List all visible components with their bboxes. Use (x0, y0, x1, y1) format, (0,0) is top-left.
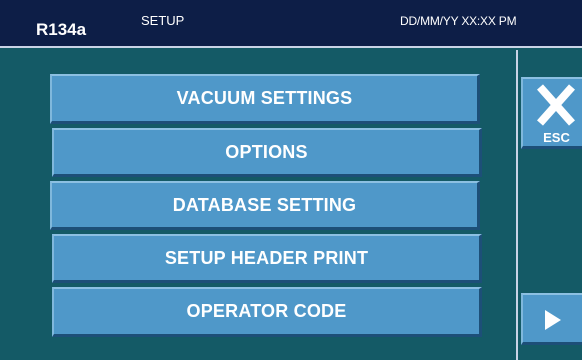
vacuum-settings-button[interactable]: VACUUM SETTINGS (50, 74, 480, 124)
side-panel-divider (516, 50, 518, 360)
operator-code-button[interactable]: OPERATOR CODE (52, 287, 482, 337)
datetime-display: DD/MM/YY XX:XX PM (400, 14, 517, 28)
next-page-button[interactable] (521, 293, 582, 345)
refrigerant-label: R134a (36, 20, 87, 39)
esc-button[interactable]: ESC (521, 77, 582, 149)
setup-screen: R134a SETUP DD/MM/YY XX:XX PM VACUUM SET… (0, 0, 582, 360)
arrow-right-icon (543, 309, 563, 336)
options-button[interactable]: OPTIONS (52, 128, 482, 177)
setup-header-print-button[interactable]: SETUP HEADER PRINT (52, 234, 482, 283)
close-icon (536, 83, 576, 132)
esc-label: ESC (543, 130, 570, 145)
screen-title: SETUP (141, 13, 185, 28)
database-setting-button[interactable]: DATABASE SETTING (50, 181, 480, 230)
header-bar: R134a SETUP DD/MM/YY XX:XX PM (0, 0, 582, 48)
